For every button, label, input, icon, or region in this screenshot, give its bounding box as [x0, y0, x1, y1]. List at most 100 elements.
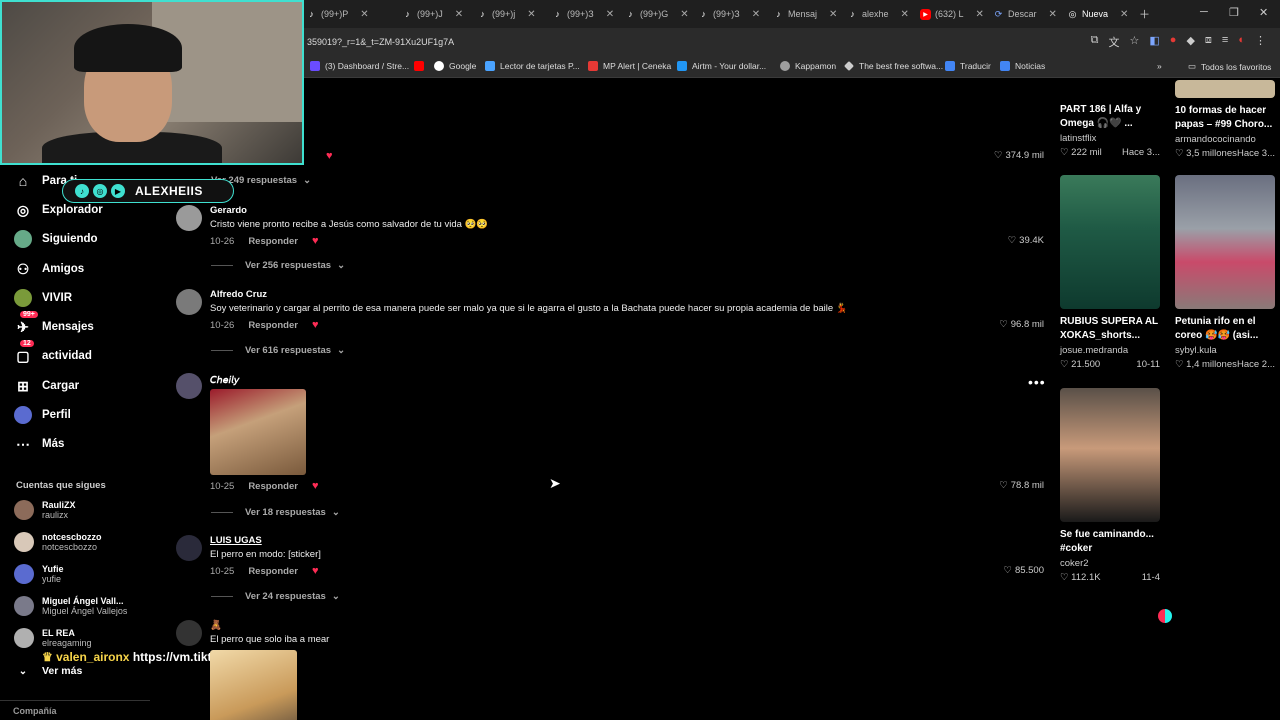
avatar[interactable] — [176, 620, 202, 646]
browser-tab[interactable]: ♪ (99+)З ✕ — [698, 4, 760, 24]
nav-mensajes[interactable]: ✈ 99+ Mensajes — [14, 311, 94, 336]
bookmark[interactable]: Google — [434, 61, 476, 71]
bookmark[interactable]: Noticias — [1000, 61, 1045, 71]
browser-tab-active[interactable]: ◎ Nueva ✕ — [1067, 4, 1129, 24]
following-account[interactable]: RauliZX raulizx — [14, 500, 76, 520]
avatar[interactable] — [176, 289, 202, 315]
browser-tab[interactable]: ♪ (99+)З ✕ — [552, 4, 614, 24]
new-tab-button[interactable]: ＋ — [1139, 6, 1150, 22]
youtube-icon — [414, 61, 424, 71]
maximize-icon[interactable]: ❐ — [1229, 6, 1239, 19]
chevron-right-icon[interactable]: » — [1157, 61, 1162, 71]
browser-tab[interactable]: ♪ (99+)P ✕ — [306, 4, 368, 24]
comment-author[interactable]: LUIS UGAS — [210, 535, 262, 546]
bookmark[interactable]: (3) Dashboard / Stre... — [310, 61, 409, 71]
puzzle-icon[interactable]: ⧈ — [1205, 34, 1212, 50]
close-icon[interactable]: ✕ — [680, 9, 688, 20]
close-icon[interactable]: ✕ — [901, 9, 909, 20]
extension-icon[interactable]: ◆ — [1186, 34, 1194, 50]
bookmark[interactable] — [414, 61, 424, 71]
bookmark[interactable]: Airtm - Your dollar... — [677, 61, 766, 71]
close-icon[interactable]: ✕ — [360, 9, 368, 20]
close-icon[interactable]: ✕ — [1120, 9, 1128, 20]
browser-tab[interactable]: ♪ alexhe ✕ — [847, 4, 909, 24]
browser-tab[interactable]: ♪ (99+)J ✕ — [402, 4, 463, 24]
browser-tab[interactable]: ▶ (632) L ✕ — [920, 4, 984, 24]
nav-amigos[interactable]: ⚇ Amigos — [14, 260, 84, 278]
view-replies-button[interactable]: Ver 256 respuestas ⌄ — [211, 260, 345, 271]
like-count[interactable]: ♡ 85.500 — [1003, 565, 1044, 576]
nav-cargar[interactable]: ⊞ Cargar — [14, 377, 79, 395]
divider — [0, 700, 150, 701]
nav-vivir[interactable]: VIVIR — [14, 289, 72, 307]
video-card[interactable]: 10 formas de hacer papas – #99 Choro... … — [1175, 80, 1275, 159]
bookmark[interactable]: Kappamon — [780, 61, 836, 71]
more-options-icon[interactable]: ••• — [1028, 374, 1046, 390]
bookmark[interactable]: The best free softwa... — [844, 61, 943, 71]
extension-icon[interactable]: ● — [1170, 34, 1177, 50]
view-replies-button[interactable]: Ver 18 respuestas ⌄ — [211, 507, 340, 518]
window-close-icon[interactable]: ✕ — [1259, 6, 1268, 19]
following-account[interactable]: EL REA elreagaming — [14, 628, 92, 648]
following-account[interactable]: Miguel Ángel Vall... Miguel Ángel Vallejo… — [14, 596, 127, 616]
reply-button[interactable]: Responder — [248, 566, 298, 577]
reply-button[interactable]: Responder — [248, 320, 298, 331]
comment-image[interactable] — [210, 389, 306, 475]
bookmark[interactable]: Lector de tarjetas P... — [485, 61, 580, 71]
like-count[interactable]: ♡ 374.9 mil — [994, 150, 1044, 161]
video-card[interactable]: Petunia rifo en el coreo 🥵🥵 (asi... syby… — [1175, 175, 1275, 370]
comment-author[interactable]: 🧸 — [210, 620, 222, 631]
close-icon[interactable]: ✕ — [606, 9, 614, 20]
nav-mas[interactable]: ⋯ Más — [14, 435, 64, 453]
see-more-button[interactable]: ⌄ Ver más — [14, 662, 83, 680]
browser-tab[interactable]: ⟳ Descar ✕ — [993, 4, 1057, 24]
view-replies-button[interactable]: Ver 616 respuestas ⌄ — [211, 345, 345, 356]
close-icon[interactable]: ✕ — [1049, 9, 1057, 20]
close-icon[interactable]: ✕ — [527, 9, 535, 20]
reply-button[interactable]: Responder — [248, 481, 298, 492]
comment-author[interactable]: Gerardo — [210, 205, 247, 216]
following-account[interactable]: notcescbozzo notcescbozzo — [14, 532, 102, 552]
like-count[interactable]: ♡ 39.4K — [1008, 235, 1044, 246]
bookmark[interactable]: MP Alert | Ceneka — [588, 61, 671, 71]
bookmark[interactable]: Traducir — [945, 61, 991, 71]
video-card[interactable]: Se fue caminando... #coker coker2 ♡ 112.… — [1060, 388, 1160, 583]
menu-icon[interactable]: ⋮ — [1255, 34, 1266, 50]
diamond-icon — [844, 61, 854, 71]
following-account[interactable]: Yufie yufie — [14, 564, 64, 584]
close-icon[interactable]: ✕ — [976, 9, 984, 20]
reply-button[interactable]: Responder — [248, 236, 298, 247]
comment-author[interactable]: Alfredo Cruz — [210, 289, 267, 300]
avatar[interactable] — [176, 373, 202, 399]
cast-icon[interactable]: ⧉ — [1091, 34, 1099, 50]
comment-image[interactable] — [210, 650, 297, 720]
video-card[interactable]: PART 186 | Alfa y Omega 🎧🖤 ... latinstfl… — [1060, 103, 1160, 158]
nav-siguiendo[interactable]: Siguiendo — [14, 230, 98, 248]
video-card[interactable]: RUBIUS SUPERA AL XOKAS_shorts... josue.m… — [1060, 175, 1160, 370]
all-bookmarks[interactable]: ▭ Todos los favoritos — [1188, 61, 1271, 72]
nav-actividad[interactable]: ▢ 12 actividad — [14, 340, 92, 365]
browser-tab[interactable]: ♪ Mensaj ✕ — [773, 4, 837, 24]
extension-icon[interactable]: ◧ — [1149, 34, 1159, 50]
company-link[interactable]: Compañía — [13, 706, 57, 716]
translate-icon[interactable]: 文 — [1109, 34, 1120, 50]
close-icon[interactable]: ✕ — [829, 9, 837, 20]
like-count[interactable]: ♡ 78.8 mil — [999, 480, 1044, 491]
loading-spinner-icon — [1158, 609, 1172, 623]
star-icon[interactable]: ☆ — [1130, 34, 1140, 50]
media-icon[interactable]: ≡ — [1222, 34, 1228, 50]
avatar[interactable] — [176, 535, 202, 561]
nav-perfil[interactable]: Perfil — [14, 406, 71, 424]
close-icon[interactable]: ✕ — [752, 9, 760, 20]
browser-tab[interactable]: ♪ (99+)ј ✕ — [477, 4, 535, 24]
browser-tab[interactable]: ♪ (99+)G ✕ — [625, 4, 688, 24]
profile-icon[interactable]: ◐ — [1238, 34, 1245, 50]
nav-explorador[interactable]: ◎ Explorador — [14, 201, 103, 219]
like-count[interactable]: ♡ 96.8 mil — [999, 319, 1044, 330]
avatar[interactable] — [176, 205, 202, 231]
view-replies-button[interactable]: Ver 24 respuestas ⌄ — [211, 591, 340, 602]
minimize-icon[interactable]: ─ — [1200, 6, 1208, 18]
url-text[interactable]: 359019?_r=1&_t=ZM-91Xu2UF1g7A — [307, 37, 454, 47]
comment-author[interactable]: 𝘊𝘩𝘦𝘪𝘭𝘺 — [210, 375, 239, 386]
close-icon[interactable]: ✕ — [455, 9, 463, 20]
